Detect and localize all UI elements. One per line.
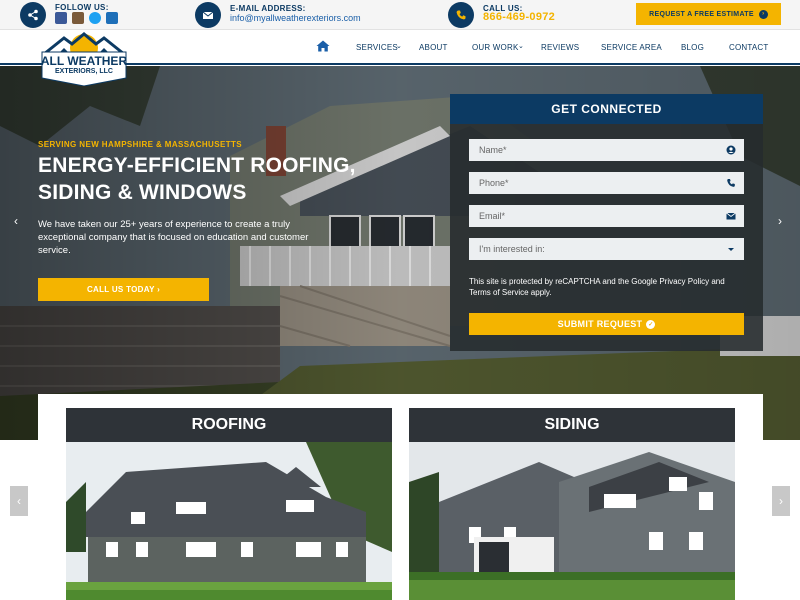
yelp-icon[interactable] <box>106 12 118 24</box>
roofing-image <box>66 442 392 600</box>
phone-field[interactable]: Phone* <box>469 172 744 194</box>
submit-request-button[interactable]: SUBMIT REQUEST ✓ <box>469 313 744 335</box>
chevron-down-icon: ⌄ <box>396 43 402 50</box>
hero-description: We have taken our 25+ years of experienc… <box>38 219 309 256</box>
hero-section: ‹ › SERVING NEW HAMPSHIRE & MASSACHUSETT… <box>0 66 800 440</box>
facebook-icon[interactable] <box>55 12 67 24</box>
nav-item-service-area[interactable]: SERVICE AREA <box>601 43 662 52</box>
envelope-icon <box>726 212 736 220</box>
hero-tagline: SERVING NEW HAMPSHIRE & MASSACHUSETTS <box>38 140 243 149</box>
name-placeholder: Name* <box>479 145 507 155</box>
logo-name: ALL WEATHER <box>40 54 128 68</box>
contact-form: GET CONNECTED Name* Phone* Email* I'm in… <box>450 94 763 351</box>
request-estimate-label: REQUEST A FREE ESTIMATE <box>649 10 754 18</box>
service-card-roofing[interactable]: ROOFING <box>66 408 392 600</box>
phone-link[interactable]: 866-469-0972 <box>483 11 555 23</box>
follow-label: FOLLOW US: <box>55 3 109 12</box>
email-link[interactable]: info@myallweatherexteriors.com <box>230 13 361 23</box>
social-links <box>55 12 118 24</box>
name-field[interactable]: Name* <box>469 139 744 161</box>
services-next-arrow[interactable]: › <box>772 486 790 516</box>
service-card-siding[interactable]: SIDING <box>409 408 735 600</box>
call-us-button[interactable]: CALL US TODAY › <box>38 278 209 301</box>
email-field[interactable]: Email* <box>469 205 744 227</box>
nav-item-contact[interactable]: CONTACT <box>729 43 768 52</box>
hero-next-arrow[interactable]: › <box>778 214 782 228</box>
hero-headline: ENERGY-EFFICIENT ROOFING, SIDING & WINDO… <box>38 154 356 204</box>
email-icon <box>195 2 221 28</box>
submit-label: SUBMIT REQUEST <box>557 319 643 329</box>
phone-icon <box>727 179 735 187</box>
services-section: ROOFING SIDING <box>38 394 763 600</box>
nav-item-about[interactable]: ABOUT <box>419 43 448 52</box>
hero-prev-arrow[interactable]: ‹ <box>14 214 18 228</box>
check-circle-icon: ✓ <box>646 319 656 329</box>
caret-down-icon <box>728 248 734 251</box>
services-prev-arrow[interactable]: ‹ <box>10 486 28 516</box>
logo-subname: EXTERIORS, LLC <box>55 68 113 75</box>
request-estimate-button[interactable]: REQUEST A FREE ESTIMATE › <box>636 3 781 25</box>
chevron-right-icon: › <box>758 9 768 19</box>
nav-item-reviews[interactable]: REVIEWS <box>541 43 579 52</box>
interest-select[interactable]: I'm interested in: <box>469 238 744 260</box>
phone-icon <box>448 2 474 28</box>
form-title: GET CONNECTED <box>450 94 763 124</box>
interest-placeholder: I'm interested in: <box>479 244 545 254</box>
email-placeholder: Email* <box>479 211 506 221</box>
nav-item-blog[interactable]: BLOG <box>681 43 704 52</box>
user-icon <box>726 145 736 155</box>
siding-image <box>409 442 735 600</box>
nav-item-services[interactable]: SERVICES <box>356 43 398 52</box>
logo[interactable]: ALL WEATHER EXTERIORS, LLC <box>34 24 134 87</box>
twitter-icon[interactable] <box>89 12 101 24</box>
home-icon[interactable] <box>316 40 330 52</box>
recaptcha-notice: This site is protected by reCAPTCHA and … <box>469 277 725 297</box>
nav-item-our-work[interactable]: OUR WORK <box>472 43 519 52</box>
houzz-icon[interactable] <box>72 12 84 24</box>
chevron-down-icon: ⌄ <box>518 43 524 50</box>
phone-placeholder: Phone* <box>479 178 509 188</box>
email-label: E-MAIL ADDRESS: <box>230 4 306 13</box>
service-card-title: SIDING <box>409 408 735 442</box>
service-card-title: ROOFING <box>66 408 392 442</box>
